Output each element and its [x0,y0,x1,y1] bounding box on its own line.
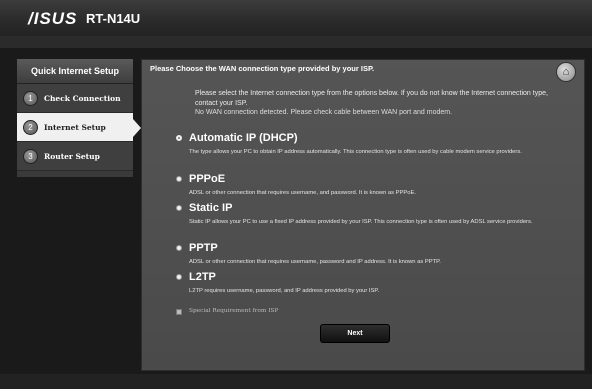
intro-instructions: Please select the Internet connection ty… [195,90,548,107]
asus-logo: /ISUS [28,9,78,28]
sidebar-item-label: Check Connection [44,93,121,103]
option-name: Automatic IP (DHCP) [189,132,298,144]
intro-text: Please select the Internet connection ty… [195,89,565,118]
step-3-icon: 3 [23,148,38,164]
home-icon[interactable]: ⌂ [556,62,576,82]
option-desc: The type allows your PC to obtain IP add… [189,149,522,155]
header-band [0,36,592,48]
option-desc: ADSL or other connection that requires u… [189,190,416,196]
model-name: RT-N14U [86,11,141,26]
sidebar: Quick Internet Setup 1 Check Connection … [17,59,141,177]
sidebar-item-label: Internet Setup [44,122,106,132]
sidebar-title: Quick Internet Setup [17,59,133,84]
footer-bar [0,374,592,389]
next-button[interactable]: Next [320,324,390,343]
option-desc: ADSL or other connection that requires u… [189,259,441,265]
panel-title: Please Choose the WAN connection type pr… [150,64,375,73]
special-requirement-label: Special Requirement from ISP [189,308,279,314]
panel-header: Please Choose the WAN connection type pr… [142,60,584,82]
radio-pptp[interactable] [176,245,182,251]
radio-l2tp[interactable] [176,274,182,280]
top-bar: /ISUS RT-N14U [0,0,592,36]
sidebar-item-internet-setup[interactable]: 2 Internet Setup [17,113,141,142]
radio-static-ip[interactable] [176,205,182,211]
option-name: PPPoE [189,173,226,185]
step-2-icon: 2 [23,119,38,135]
option-desc: Static IP allows your PC to use a fixed … [189,219,533,225]
radio-pppoe[interactable] [176,176,182,182]
special-requirement-checkbox[interactable] [176,309,182,315]
sidebar-item-check-connection[interactable]: 1 Check Connection [17,84,133,113]
sidebar-item-label: Router Setup [44,151,100,161]
option-name: PPTP [189,242,218,254]
option-name: Static IP [189,202,233,214]
wan-error-message: No WAN connection detected. Please check… [195,109,453,116]
sidebar-item-router-setup[interactable]: 3 Router Setup [17,142,133,171]
option-desc: L2TP requires username, password, and IP… [189,288,380,294]
step-1-icon: 1 [23,90,38,106]
option-name: L2TP [189,271,216,283]
wan-type-panel: Please Choose the WAN connection type pr… [141,59,585,371]
radio-dhcp[interactable] [176,135,182,141]
